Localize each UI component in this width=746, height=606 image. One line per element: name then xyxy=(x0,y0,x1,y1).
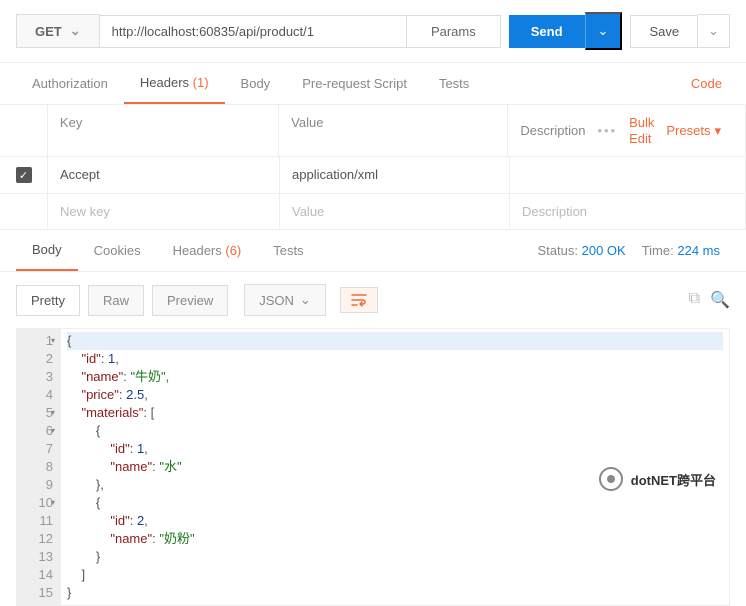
response-headers-label: Headers xyxy=(173,243,222,258)
more-icon[interactable]: ••• xyxy=(597,123,617,138)
response-tab-cookies[interactable]: Cookies xyxy=(78,231,157,270)
wrap-toggle-button[interactable] xyxy=(340,287,378,313)
header-new-key[interactable]: New key xyxy=(48,194,280,229)
chevron-down-icon: ⌄ xyxy=(300,292,311,308)
header-row-checkbox[interactable]: ✓ xyxy=(0,157,48,193)
watermark: dotNET跨平台 xyxy=(599,467,716,491)
http-method-label: GET xyxy=(35,24,62,39)
header-new-value[interactable]: Value xyxy=(280,194,510,229)
tab-authorization[interactable]: Authorization xyxy=(16,64,124,103)
save-button[interactable]: Save xyxy=(630,15,698,48)
wrap-icon xyxy=(351,293,367,307)
tab-headers-label: Headers xyxy=(140,75,189,90)
tab-prerequest[interactable]: Pre-request Script xyxy=(286,64,423,103)
view-preview-button[interactable]: Preview xyxy=(152,285,228,316)
header-desc-input[interactable] xyxy=(510,157,746,193)
time-display: Time: 224 ms xyxy=(642,243,720,258)
chevron-down-icon: ⌄ xyxy=(598,23,609,38)
headers-table: Key Value Description ••• Bulk Edit Pres… xyxy=(0,105,746,230)
status-value: 200 OK xyxy=(582,243,626,258)
header-value-label: Value xyxy=(279,105,508,156)
chevron-down-icon: ⌄ xyxy=(708,23,719,38)
time-value: 224 ms xyxy=(677,243,720,258)
tab-headers[interactable]: Headers (1) xyxy=(124,63,225,104)
params-button[interactable]: Params xyxy=(407,15,501,48)
response-tab-tests[interactable]: Tests xyxy=(257,231,319,270)
header-key-label: Key xyxy=(48,105,279,156)
copy-icon[interactable]: ⧉ xyxy=(689,290,700,310)
response-tab-body[interactable]: Body xyxy=(16,230,78,271)
presets-dropdown[interactable]: Presets ▾ xyxy=(666,123,721,139)
http-method-select[interactable]: GET ⌄ xyxy=(16,14,100,48)
format-select[interactable]: JSON ⌄ xyxy=(244,284,326,316)
tab-headers-count: (1) xyxy=(193,75,209,90)
code-link[interactable]: Code xyxy=(683,64,730,103)
send-button[interactable]: Send xyxy=(509,15,585,48)
check-icon: ✓ xyxy=(16,167,32,183)
header-new-desc[interactable]: Description xyxy=(510,194,746,229)
status-label: Status: xyxy=(538,243,578,258)
search-icon[interactable]: 🔍 xyxy=(710,290,730,310)
header-value-input[interactable]: application/xml xyxy=(280,157,510,193)
view-raw-button[interactable]: Raw xyxy=(88,285,144,316)
header-new-checkbox xyxy=(0,194,48,229)
caret-down-icon: ▾ xyxy=(714,123,721,139)
status-display: Status: 200 OK xyxy=(538,243,626,258)
save-dropdown-button[interactable]: ⌄ xyxy=(698,14,730,48)
tab-tests[interactable]: Tests xyxy=(423,64,485,103)
tab-body[interactable]: Body xyxy=(225,64,287,103)
chevron-down-icon: ⌄ xyxy=(70,23,81,39)
header-checkbox-col xyxy=(0,105,48,156)
response-headers-count: (6) xyxy=(225,243,241,258)
header-key-input[interactable]: Accept xyxy=(48,157,280,193)
format-label: JSON xyxy=(259,293,294,308)
presets-label: Presets xyxy=(666,123,710,138)
url-input[interactable] xyxy=(100,15,407,48)
watermark-text: dotNET跨平台 xyxy=(631,470,716,489)
time-label: Time: xyxy=(642,243,674,258)
bulk-edit-link[interactable]: Bulk Edit xyxy=(629,115,654,146)
view-pretty-button[interactable]: Pretty xyxy=(16,285,80,316)
wechat-icon xyxy=(599,467,623,491)
send-dropdown-button[interactable]: ⌄ xyxy=(585,12,623,50)
response-tab-headers[interactable]: Headers (6) xyxy=(157,231,258,270)
header-desc-label: Description xyxy=(520,123,585,138)
